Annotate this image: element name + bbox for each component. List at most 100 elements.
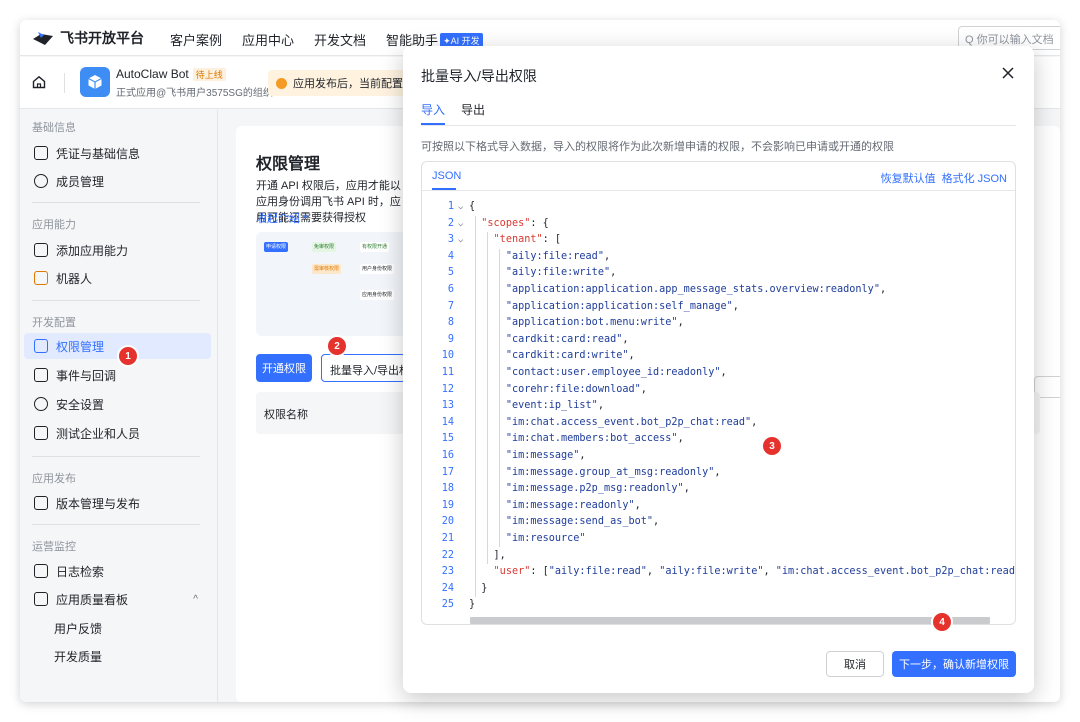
code-line: 16 "im:message",: [422, 448, 1015, 465]
code-line: 10 "cardkit:card:write",: [422, 348, 1015, 365]
sidebar-item-label: 日志检索: [56, 564, 105, 579]
step-badge: 4: [933, 613, 951, 631]
divider: [32, 202, 200, 203]
code-line: 3 ⌵ "tenant": [: [422, 232, 1015, 249]
collapse-intro-link[interactable]: 收起介绍 ^: [256, 210, 308, 226]
line-number: 15: [441, 433, 454, 445]
sidebar-item-versions[interactable]: 版本管理与发布: [32, 490, 210, 516]
app-cube-icon: [88, 75, 102, 89]
code-line: 4 "aily:file:read",: [422, 249, 1015, 266]
sidebar-item-dev-quality[interactable]: 开发质量: [32, 643, 210, 669]
tab-import[interactable]: 导入: [421, 101, 445, 118]
fold-chevron-icon[interactable]: ⌵: [458, 232, 463, 249]
code-text: "im:message:readonly",: [505, 499, 641, 511]
app-avatar: [80, 67, 110, 97]
sidebar-item-security[interactable]: 安全设置: [32, 391, 210, 417]
code-line: 5 "aily:file:write",: [422, 265, 1015, 282]
line-number: 6: [447, 284, 454, 295]
cancel-button[interactable]: 取消: [826, 651, 884, 677]
line-number: 18: [441, 483, 454, 495]
line-number: 7: [447, 300, 454, 312]
line-number: 23: [441, 566, 454, 578]
open-permission-button[interactable]: 开通权限: [256, 354, 312, 382]
code-line: 13 "event:ip_list",: [422, 398, 1015, 415]
sidebar-item-test[interactable]: 测试企业和人员: [32, 420, 210, 446]
step-badge: 2: [328, 337, 346, 355]
bird-logo-icon: [33, 32, 53, 45]
sidebar-item-logs[interactable]: 日志检索: [32, 558, 210, 584]
flow-chip: 用户身份权限: [360, 264, 395, 274]
line-number: 21: [441, 533, 454, 544]
code-text: "application:bot.menu:write",: [505, 317, 684, 329]
app-name: AutoClaw Bot 待上线: [116, 67, 226, 81]
flow-chip: 有权限开通: [360, 242, 390, 252]
flow-chip: 需审核权限: [312, 264, 342, 274]
chart-icon: [34, 592, 48, 606]
code-area[interactable]: 1 ⌵ {2 ⌵ "scopes": {3 ⌵ "tenant": [4 "aily:f…: [422, 199, 1015, 613]
feishu-logo[interactable]: 飞书开放平台: [32, 28, 144, 48]
json-editor[interactable]: JSON 恢复默认值 格式化 JSON 1 ⌵ {2 ⌵ "scopes": {3 ⌵ …: [421, 161, 1016, 625]
code-line: 22 ],: [422, 548, 1015, 565]
sidebar: 基础信息 凭证与基础信息 成员管理 应用能力 添加应用能力 机器人 开发配置 权…: [20, 110, 218, 702]
fold-chevron-icon[interactable]: ⌵: [458, 199, 463, 216]
sidebar-item-members[interactable]: 成员管理: [32, 168, 210, 194]
log-search-icon: [34, 564, 48, 578]
divider: [64, 73, 65, 93]
horizontal-scrollbar[interactable]: [470, 617, 990, 624]
line-number: 25: [441, 599, 454, 611]
logo-text: 飞书开放平台: [60, 30, 144, 46]
event-icon: [34, 368, 48, 382]
line-number: 19: [441, 499, 454, 511]
line-number: 16: [441, 450, 454, 461]
flow-chip: 申请权限: [264, 242, 289, 252]
home-icon[interactable]: [32, 75, 46, 89]
next-confirm-button[interactable]: 下一步，确认新增权限: [892, 651, 1016, 677]
permission-flow-diagram: 申请权限 免审权限 有权限开通 需审核权限 用户身份权限 应用身份权限: [256, 232, 406, 336]
close-icon[interactable]: [999, 64, 1017, 82]
lock-icon: [34, 339, 48, 353]
sidebar-section-basic: 基础信息: [32, 122, 76, 134]
batch-import-export-modal: 批量导入/导出权限 导入 导出 可按照以下格式导入数据，导入的权限将作为此次新增…: [403, 46, 1034, 693]
sidebar-section-release: 应用发布: [32, 473, 76, 485]
code-text: "im:resource": [505, 533, 586, 544]
step-badge: 3: [763, 437, 781, 455]
code-line: 9 "cardkit:card:read",: [422, 332, 1015, 349]
sidebar-item-feedback[interactable]: 用户反馈: [32, 615, 210, 641]
code-text: "cardkit:card:read",: [505, 333, 629, 345]
nav-item-cases[interactable]: 客户案例: [170, 30, 222, 49]
code-line: 11 "contact:user.employee_id:readonly",: [422, 365, 1015, 382]
tab-json[interactable]: JSON: [432, 170, 461, 182]
line-number: 3: [447, 234, 454, 246]
nav-item-app-center[interactable]: 应用中心: [242, 30, 294, 49]
page-title: 权限管理: [256, 156, 321, 173]
test-icon: [34, 426, 48, 440]
status-badge: 待上线: [192, 68, 226, 81]
tab-indicator: [432, 188, 456, 190]
divider: [32, 524, 200, 525]
line-number: 17: [441, 466, 454, 478]
nav-item-docs[interactable]: 开发文档: [314, 30, 366, 49]
tab-export[interactable]: 导出: [461, 101, 485, 118]
sidebar-item-credentials[interactable]: 凭证与基础信息: [32, 140, 210, 166]
import-description: 可按照以下格式导入数据，导入的权限将作为此次新增申请的权限，不会影响已申请或开通…: [421, 141, 894, 153]
batch-import-export-button[interactable]: 批量导入/导出权限: [321, 354, 406, 382]
code-line: 1 ⌵ {: [422, 199, 1015, 216]
format-json-link[interactable]: 格式化 JSON: [942, 170, 1007, 186]
upload-icon: [34, 496, 48, 510]
grid-icon: [34, 243, 48, 257]
line-number: 5: [447, 267, 454, 279]
fold-chevron-icon[interactable]: ⌵: [458, 216, 463, 233]
sidebar-item-permissions[interactable]: 权限管理: [24, 333, 211, 359]
code-text: "tenant": [: [493, 234, 562, 246]
sidebar-item-events[interactable]: 事件与回调: [32, 362, 210, 388]
code-line: 15 "im:chat.members:bot_access",: [422, 431, 1015, 448]
sidebar-item-add-capability[interactable]: 添加应用能力: [32, 237, 210, 263]
sidebar-item-bot[interactable]: 机器人: [32, 265, 210, 291]
code-line: 18 "im:message.p2p_msg:readonly",: [422, 481, 1015, 498]
sidebar-item-quality[interactable]: 应用质量看板 ^: [32, 586, 210, 612]
line-number: 8: [447, 317, 454, 329]
reset-default-link[interactable]: 恢复默认值: [881, 170, 936, 186]
sidebar-section-dev: 开发配置: [32, 317, 76, 329]
line-number: 20: [441, 516, 454, 528]
line-number: 1: [447, 201, 454, 212]
